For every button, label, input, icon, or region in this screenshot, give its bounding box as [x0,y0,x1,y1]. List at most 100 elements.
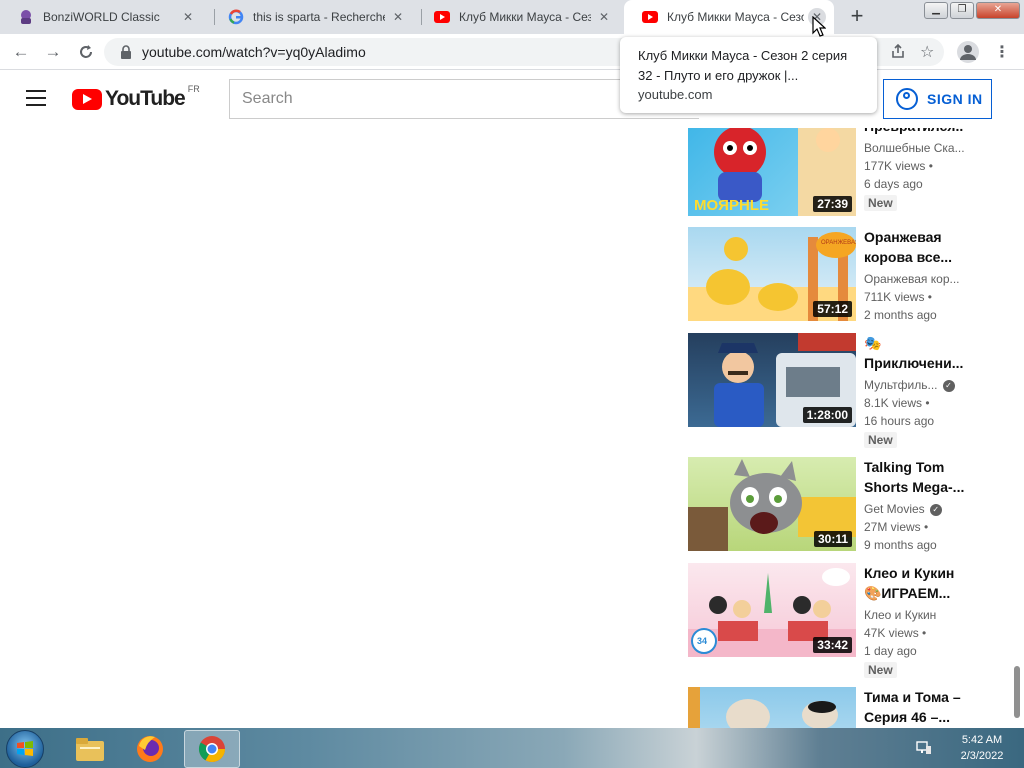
verified-check-icon: ✓ [942,379,955,392]
video-age: 2 months ago [864,308,937,322]
video-thumbnail[interactable]: ОРАНЖЕВАЯ 57:12 [688,227,856,321]
video-meta: Тима и Тома – Серия 46 –... [864,687,964,727]
video-age: 9 months ago [864,538,937,552]
minimize-button[interactable]: ▁ [924,2,948,19]
new-badge: New [864,195,897,211]
taskbar-chrome[interactable] [184,730,240,768]
video-title[interactable]: 🎭 Приключени... [864,333,964,373]
svg-text:ОРАНЖЕВАЯ: ОРАНЖЕВАЯ [821,240,856,246]
video-duration: 33:42 [813,637,852,653]
video-item[interactable]: MOЯPHLE 27:39 Превратился... Волшебные С… [688,128,988,232]
youtube-logo[interactable]: YouTube FR [72,84,200,111]
video-item[interactable]: 30:11 Talking Tom Shorts Mega-... Get Mov… [688,457,988,557]
lock-icon[interactable] [120,45,132,64]
folder-icon [76,738,104,761]
tooltip-title-line1: Клуб Микки Мауса - Сезон 2 серия [638,48,848,63]
tab-title: BonziWORLD Classic [43,10,160,24]
youtube-play-icon [72,88,102,110]
clock-date[interactable]: 2/3/2022 [952,750,1012,762]
tab-title: Клуб Микки Мауса - Сезо [459,10,591,24]
video-thumbnail[interactable]: 34 33:42 [688,563,856,657]
video-meta: Клео и Кукин 🎨ИГРАЕМ... Клео и Кукин 47K … [864,563,964,679]
video-age: 6 days ago [864,177,923,191]
video-item[interactable]: Тима и Тома – Серия 46 –... [688,687,988,728]
url-text: youtube.com/watch?v=yq0yAladimo [142,44,366,60]
new-tab-button[interactable]: + [846,5,868,28]
search-placeholder: Search [242,90,293,107]
video-age: 1 day ago [864,644,917,658]
channel-name[interactable]: Оранжевая кор... [864,270,964,288]
window-controls: ▁ ❐ ✕ [924,2,1020,19]
hamburger-menu-icon[interactable] [26,90,46,106]
back-button[interactable]: ← [8,39,34,65]
video-meta: Превратился... Волшебные Ска... 177K vie… [864,128,965,212]
new-badge: New [864,432,897,448]
clock-time[interactable]: 5:42 AM [952,734,1012,746]
video-duration: 57:12 [813,301,852,317]
video-item[interactable]: ОРАНЖЕВАЯ 57:12 Оранжевая корова все... О… [688,227,988,327]
profile-avatar[interactable] [957,41,979,63]
screen: BonziWORLD Classic ✕ this is sparta - Re… [0,0,1024,768]
video-title[interactable]: Клео и Кукин 🎨ИГРАЕМ... [864,563,964,603]
video-meta: Talking Tom Shorts Mega-... Get Movies ✓ 2… [864,457,964,554]
windows-logo-icon [17,741,33,756]
user-circle-icon [896,88,918,110]
taskbar-explorer[interactable] [62,730,118,768]
forward-button[interactable]: → [40,39,66,65]
tab-bonziworld[interactable]: BonziWORLD Classic ✕ [0,0,205,34]
close-window-button[interactable]: ✕ [976,2,1020,19]
video-duration: 27:39 [813,196,852,212]
tab-strip: BonziWORLD Classic ✕ this is sparta - Re… [0,0,1024,34]
video-title[interactable]: Оранжевая корова все... [864,227,964,267]
taskbar-firefox[interactable] [122,730,178,768]
video-thumbnail[interactable]: 30:11 [688,457,856,551]
video-thumbnail[interactable]: MOЯPHLE 27:39 [688,128,856,216]
tab-hover-card: Клуб Микки Мауса - Сезон 2 серия 32 - Пл… [620,37,877,113]
video-views: 47K views • [864,626,927,640]
sign-in-button[interactable]: SIGN IN [883,79,992,119]
tab-google-search[interactable]: this is sparta - Recherche G ✕ [210,0,415,34]
close-tab-icon[interactable]: ✕ [595,8,613,26]
video-duration: 1:28:00 [802,407,852,423]
sign-in-label: SIGN IN [927,91,983,107]
reload-button[interactable] [73,39,99,65]
video-views: 711K views • [864,290,933,304]
video-meta: 🎭 Приключени... Мультфиль... ✓ 8.1K views … [864,333,964,449]
close-tab-icon[interactable]: ✕ [389,8,407,26]
scrollbar-thumb[interactable] [1014,666,1020,718]
video-title[interactable]: Тима и Тома – Серия 46 –... [864,687,964,727]
mouse-cursor-icon [812,16,826,37]
video-age: 16 hours ago [864,414,935,428]
video-title[interactable]: Превратился... [864,128,964,136]
video-thumbnail[interactable] [688,687,856,728]
channel-name[interactable]: Клео и Кукин [864,606,964,624]
tab-title: Клуб Микки Мауса - Сезо [667,10,804,24]
browser-menu-icon[interactable]: ⋮ [994,42,1010,62]
logo-text: YouTube [105,87,186,110]
video-thumbnail[interactable]: 1:28:00 [688,333,856,427]
close-tab-icon[interactable]: ✕ [179,8,197,26]
related-videos-list: MOЯPHLE 27:39 Превратился... Волшебные С… [0,128,1024,728]
youtube-icon [642,9,658,25]
chrome-icon [198,736,226,763]
tab-youtube-1[interactable]: Клуб Микки Мауса - Сезо ✕ [416,0,621,34]
channel-name[interactable]: Мультфиль... ✓ [864,376,964,394]
google-icon [228,9,244,25]
network-icon[interactable] [916,739,932,755]
video-duration: 30:11 [813,531,852,547]
video-title[interactable]: Talking Tom Shorts Mega-... [864,457,964,497]
windows-taskbar: 5:42 AM 2/3/2022 [0,728,1024,768]
channel-name[interactable]: Волшебные Ска... [864,139,965,157]
bookmark-star-icon[interactable]: ☆ [920,42,934,62]
tab-title: this is sparta - Recherche G [253,10,385,24]
restore-button[interactable]: ❐ [950,2,974,19]
page-scrollbar[interactable] [1010,128,1024,728]
start-button[interactable] [6,730,44,768]
video-item[interactable]: 34 33:42 Клео и Кукин 🎨ИГРАЕМ... Клео и К… [688,563,988,683]
channel-name[interactable]: Get Movies ✓ [864,500,964,518]
video-item[interactable]: 1:28:00 🎭 Приключени... Мультфиль... ✓ 8.1… [688,333,988,453]
system-tray: 5:42 AM 2/3/2022 [910,728,1024,768]
tab-youtube-active[interactable]: Клуб Микки Мауса - Сезо ✕ [624,0,834,34]
video-views: 177K views • [864,159,933,173]
share-icon[interactable] [890,43,906,64]
